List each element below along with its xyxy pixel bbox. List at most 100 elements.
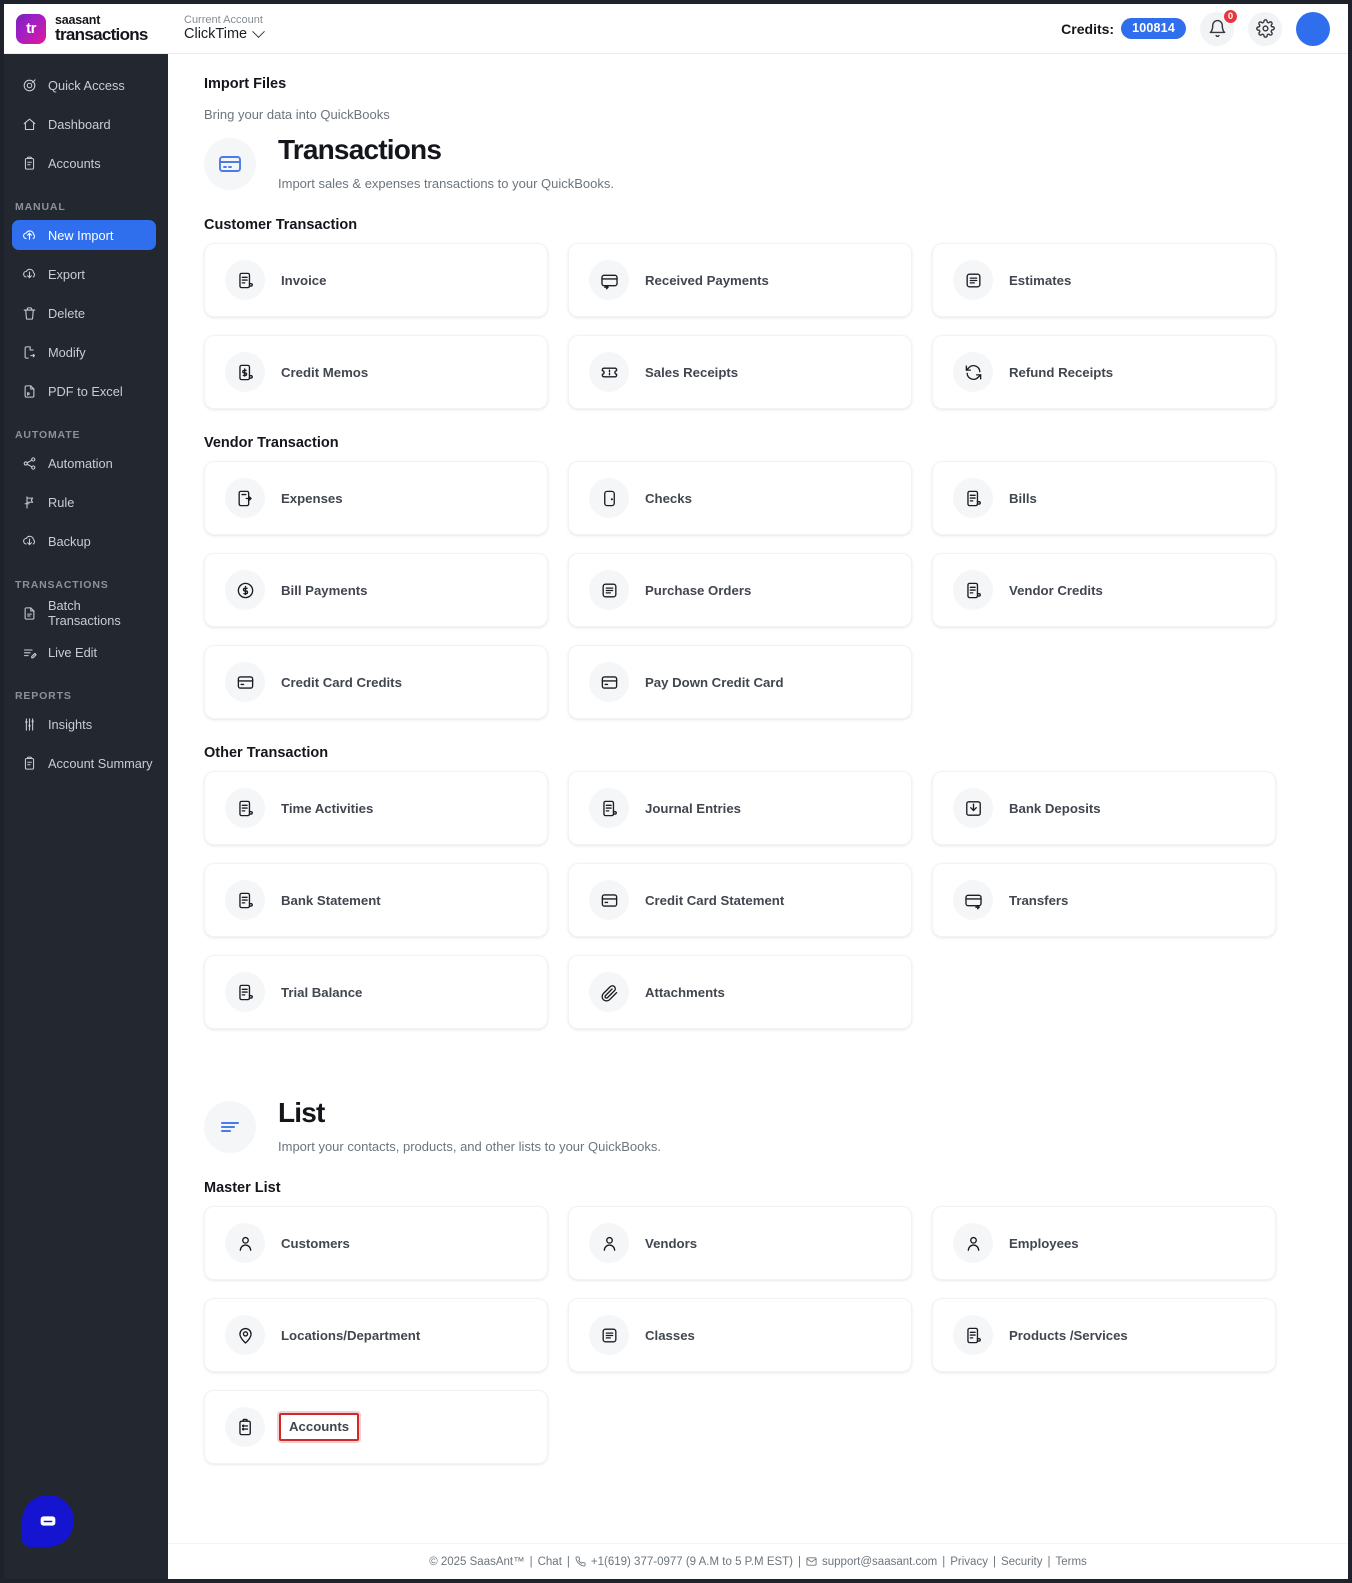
import-card-checks[interactable]: Checks [568,461,912,536]
user-icon [225,1223,265,1264]
user-avatar[interactable] [1296,11,1330,46]
sidebar-item-label: Insights [48,716,93,732]
import-card-bills[interactable]: Bills [932,461,1276,536]
check-page-icon [589,478,629,519]
import-card-locations-department[interactable]: Locations/Department [204,1298,548,1373]
import-card-products-services[interactable]: Products /Services [932,1298,1276,1373]
import-card-label: Journal Entries [645,800,742,816]
sidebar-item-delete[interactable]: Delete [12,298,156,328]
import-card-invoice[interactable]: Invoice [204,243,548,318]
current-account-switcher[interactable]: Current Account ClickTime [184,14,265,43]
sidebar-item-label: Account Summary [48,755,153,771]
import-card-vendors[interactable]: Vendors [568,1206,912,1281]
checklist-clipboard-icon [225,1407,265,1448]
import-card-estimates[interactable]: Estimates [932,243,1276,318]
sidebar-item-batch-transactions[interactable]: Batch Transactions [12,598,156,628]
trash-icon [22,306,37,321]
footer-terms-link[interactable]: Terms [1056,1556,1087,1568]
import-card-transfers[interactable]: Transfers [932,863,1276,938]
import-card-journal-entries[interactable]: Journal Entries [568,771,912,846]
import-card-pay-down-credit-card[interactable]: Pay Down Credit Card [568,645,912,720]
current-account-value-row[interactable]: ClickTime [184,25,265,43]
card-out-icon [953,880,993,921]
import-card-label: Pay Down Credit Card [645,674,784,690]
sidebar-item-automation[interactable]: Automation [12,448,156,478]
import-card-refund-receipts[interactable]: Refund Receipts [932,335,1276,410]
invoice-clipboard-icon [589,788,629,829]
footer-phone[interactable]: +1(619) 377-0977 (9 A.M to 5 P.M EST) [591,1556,793,1568]
transactions-desc: Import sales & expenses transactions to … [278,176,614,192]
import-card-label: Vendors [645,1235,698,1251]
paperclip-icon [589,972,629,1013]
document-lines-icon [953,260,993,301]
notifications-button[interactable]: 0 [1200,8,1238,46]
import-card-classes[interactable]: Classes [568,1298,912,1373]
settings-button[interactable] [1248,11,1282,46]
credit-card-icon [589,662,629,703]
sidebar-item-modify[interactable]: Modify [12,337,156,367]
import-card-trial-balance[interactable]: Trial Balance [204,955,548,1030]
sidebar-item-pdf-to-excel[interactable]: PDF to Excel [12,376,156,406]
footer-privacy-link[interactable]: Privacy [950,1556,988,1568]
import-card-customers[interactable]: Customers [204,1206,548,1281]
sidebar-item-backup[interactable]: Backup [12,526,156,556]
import-card-label: Vendor Credits [1009,582,1103,598]
footer-security-link[interactable]: Security [1001,1556,1043,1568]
import-card-bank-deposits[interactable]: Bank Deposits [932,771,1276,846]
expense-out-icon [225,478,265,519]
import-card-sales-receipts[interactable]: Sales Receipts [568,335,912,410]
sidebar-item-export[interactable]: Export [12,259,156,289]
user-icon [953,1223,993,1264]
list-desc: Import your contacts, products, and othe… [278,1139,661,1155]
import-card-credit-card-credits[interactable]: Credit Card Credits [204,645,548,720]
brand-logo-area[interactable]: tr saasant transactions [4,13,168,44]
import-card-label: Attachments [645,984,725,1000]
chat-widget-button[interactable] [22,1495,74,1547]
footer-chat-link[interactable]: Chat [538,1556,562,1568]
sidebar-item-accounts[interactable]: Accounts [12,148,156,178]
import-card-bank-statement[interactable]: Bank Statement [204,863,548,938]
card-placeholder [932,1390,1276,1464]
sidebar-item-account-summary[interactable]: Account Summary [12,748,156,778]
import-card-bill-payments[interactable]: Bill Payments [204,553,548,628]
clipboard-icon [22,156,37,171]
sidebar-item-new-import[interactable]: New Import [12,220,156,250]
sidebar-section-reports: REPORTS [15,690,72,702]
import-card-label: Employees [1009,1235,1079,1251]
import-card-credit-card-statement[interactable]: Credit Card Statement [568,863,912,938]
card-placeholder [568,1390,912,1464]
main-content: Import Files Bring your data into QuickB… [168,54,1348,1579]
invoice-clipboard-icon [225,788,265,829]
import-card-label: Credit Card Credits [281,674,402,690]
import-card-credit-memos[interactable]: Credit Memos [204,335,548,410]
invoice-clipboard-icon [953,478,993,519]
import-card-label: Credit Card Statement [645,892,785,908]
sidebar-item-quick-access[interactable]: Quick Access [12,70,156,100]
import-card-expenses[interactable]: Expenses [204,461,548,536]
page-subtitle: Bring your data into QuickBooks [204,107,390,122]
gear-icon [1255,19,1275,38]
target-icon [22,78,37,93]
import-card-employees[interactable]: Employees [932,1206,1276,1281]
credit-card-icon [204,138,256,190]
import-card-vendor-credits[interactable]: Vendor Credits [932,553,1276,628]
brand-product: transactions [55,24,148,44]
card-grid: Expenses Checks Bills Bill Payments Purchase… [204,461,1320,720]
import-card-accounts[interactable]: Accounts [204,1390,548,1465]
import-card-label: Estimates [1009,272,1072,288]
sidebar-item-dashboard[interactable]: Dashboard [12,109,156,139]
import-card-time-activities[interactable]: Time Activities [204,771,548,846]
footer-email-link[interactable]: support@saasant.com [822,1556,937,1568]
sidebar-item-insights[interactable]: Insights [12,709,156,739]
import-card-attachments[interactable]: Attachments [568,955,912,1030]
card-grid: Time Activities Journal Entries Bank Depos… [204,771,1320,1030]
sliders-icon [22,717,37,732]
import-card-received-payments[interactable]: Received Payments [568,243,912,318]
saasant-logo-mark: tr [16,13,46,44]
credits-value-badge[interactable]: 100814 [1121,18,1186,39]
sidebar-item-live-edit[interactable]: Live Edit [12,637,156,667]
sidebar-section-transactions: TRANSACTIONS [15,579,109,591]
import-card-purchase-orders[interactable]: Purchase Orders [568,553,912,628]
sidebar-item-rule[interactable]: Rule [12,487,156,517]
page-title: Import Files [204,76,287,92]
